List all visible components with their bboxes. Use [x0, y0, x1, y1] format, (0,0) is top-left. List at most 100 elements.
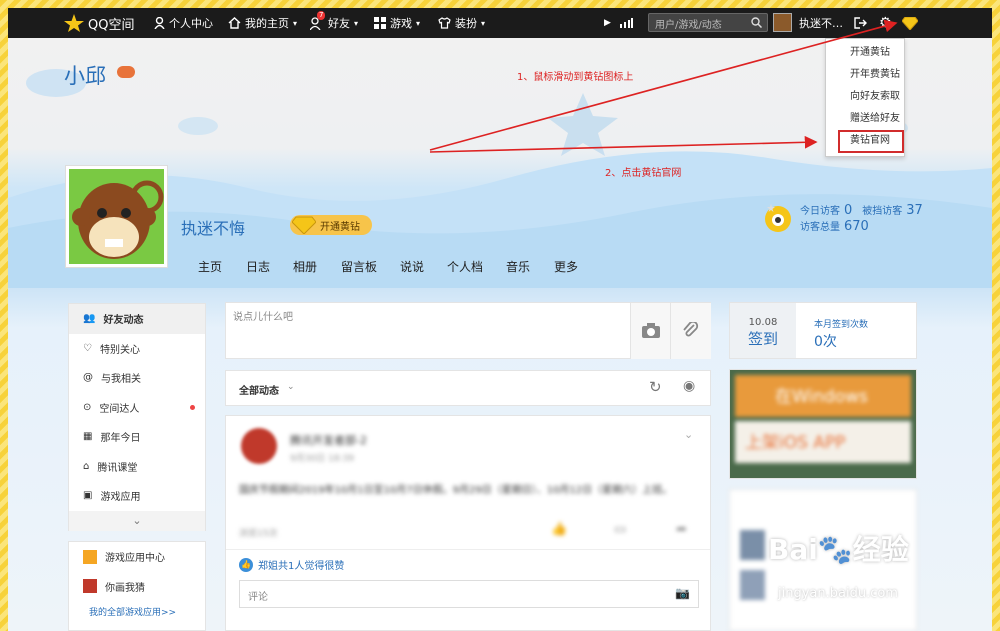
total-visits-label: 访客总量 — [800, 222, 840, 233]
sidebar-item-friend-feed[interactable]: 👥 好友动态 — [69, 304, 205, 334]
nav-personal-center[interactable]: 个人中心 — [154, 8, 213, 38]
nav-label: 好友 — [328, 17, 350, 30]
ad-banner-ios[interactable]: 上架iOS APP — [735, 421, 911, 463]
username[interactable]: 执迷不… — [799, 8, 843, 38]
tab-shuoshuo[interactable]: 说说 — [400, 258, 424, 275]
recommend-thumb[interactable] — [740, 530, 765, 560]
post-menu-chevron-icon[interactable]: ⌄ — [684, 428, 693, 441]
signal-bars-icon[interactable] — [620, 8, 633, 38]
app-label: 游戏应用中心 — [105, 553, 165, 565]
draw-guess-icon — [83, 579, 97, 594]
post-view-count: 浏览15次 — [239, 529, 278, 539]
post-author-name[interactable]: 腾讯开发者部-2 — [290, 432, 367, 448]
menu-item-gift-friend[interactable]: 赠送给好友 — [826, 108, 904, 130]
menu-item-open-yellow-diamond[interactable]: 开通黄钻 — [826, 42, 904, 64]
today-visits-count[interactable]: 0 — [844, 203, 852, 218]
post-composer[interactable]: 说点儿什么吧 — [225, 302, 711, 359]
month-signin-count: 0次 — [814, 334, 837, 350]
share-icon[interactable]: ➦ — [676, 522, 687, 537]
profile-avatar[interactable] — [65, 165, 168, 268]
tab-blog[interactable]: 日志 — [246, 258, 270, 275]
grid-icon — [374, 17, 386, 29]
open-yellow-diamond-button[interactable]: 开通黄钻 — [290, 215, 372, 235]
sidebar-expand-chevron-icon[interactable]: ⌄ — [69, 510, 205, 531]
sidebar-item-label: 好友动态 — [103, 315, 144, 327]
post-author-avatar[interactable] — [241, 428, 277, 464]
signin-widget: 10.08 签到 本月签到次数 0次 — [729, 302, 917, 359]
camera-icon[interactable]: 📷 — [675, 586, 690, 600]
app-game-center[interactable]: 游戏应用中心 — [69, 542, 205, 572]
ad-panel[interactable]: 在Windows 上架iOS APP — [729, 369, 917, 479]
sidebar-item-tencent-class[interactable]: ⌂ 腾讯课堂 — [69, 452, 205, 482]
sidebar-item-this-day[interactable]: ▦ 那年今日 — [69, 422, 205, 452]
sidebar-item-special-care[interactable]: ♡ 特别关心 — [69, 334, 205, 364]
refresh-icon[interactable]: ↻ — [649, 378, 662, 396]
nav-friends[interactable]: 7 好友 ▾ — [310, 8, 358, 38]
search-placeholder: 用户/游戏/动态 — [655, 20, 722, 31]
profile-name: 执迷不悔 — [181, 219, 246, 238]
likes-text[interactable]: 郑姐共1人觉得很赞 — [258, 557, 344, 572]
baidu-watermark-logo: Bai🐾经验 — [768, 533, 909, 566]
nav-my-homepage[interactable]: 我的主页 ▾ — [228, 8, 297, 38]
highlight-box — [838, 130, 904, 153]
camera-icon[interactable] — [630, 303, 670, 359]
nav-games[interactable]: 游戏 ▾ — [374, 8, 420, 38]
nav-label: 游戏 — [390, 17, 412, 30]
settings-circle-icon[interactable]: ◉ — [683, 378, 695, 394]
menu-item-annual-yellow-diamond[interactable]: 开年费黄钻 — [826, 64, 904, 86]
comment-input[interactable]: 评论 📷 — [239, 580, 699, 608]
feed-filter-dropdown[interactable]: 全部动态 — [239, 382, 279, 397]
watermark-url: jingyan.baidu.com — [778, 586, 898, 601]
total-visits-count[interactable]: 670 — [844, 219, 869, 234]
grid-icon: ▣ — [83, 490, 93, 502]
recommend-thumb[interactable] — [740, 570, 765, 600]
post-placeholder: 说点儿什么吧 — [233, 312, 293, 323]
tab-music[interactable]: 音乐 — [506, 258, 530, 275]
qzone-logo[interactable]: QQ空间 — [64, 8, 134, 38]
tab-profile[interactable]: 个人档 — [447, 258, 483, 275]
avatar[interactable] — [773, 13, 792, 32]
chevron-down-icon: ▾ — [293, 18, 298, 28]
tab-guestbook[interactable]: 留言板 — [341, 258, 377, 275]
tab-home[interactable]: 主页 — [198, 258, 222, 275]
app-draw-guess[interactable]: 你画我猜 — [69, 572, 205, 602]
tab-album[interactable]: 相册 — [293, 258, 317, 275]
sidebar-item-label: 游戏应用 — [100, 492, 141, 504]
logout-icon[interactable] — [854, 8, 867, 38]
level-badge-icon — [117, 66, 135, 78]
yellow-diamond-icon[interactable] — [902, 8, 918, 38]
feed-post: 腾讯开发者部-2 9月30日 18:39 ⌄ 国庆节假期间2019年10月1日至… — [225, 415, 711, 631]
more-apps-link[interactable]: 我的全部游戏应用>> — [69, 605, 205, 618]
nav-label: 个人中心 — [169, 17, 213, 30]
tab-more[interactable]: 更多 — [554, 258, 578, 275]
sidebar-item-label: 与我相关 — [101, 374, 141, 386]
comment-icon[interactable]: ▭ — [614, 522, 626, 537]
nav-decorate[interactable]: 装扮 ▾ — [438, 8, 485, 38]
gear-icon[interactable]: ⚙ — [879, 8, 892, 38]
blocked-visitors-count[interactable]: 37 — [906, 203, 923, 218]
logo-text: QQ空间 — [88, 17, 135, 33]
chevron-down-icon: ▾ — [481, 18, 486, 28]
ad-banner-windows[interactable]: 在Windows — [735, 375, 911, 417]
search-input[interactable]: 用户/游戏/动态 — [648, 13, 768, 32]
today-visits-label: 今日访客 — [800, 206, 840, 217]
like-icon[interactable]: 👍 — [551, 522, 567, 537]
menu-item-ask-friend[interactable]: 向好友索取 — [826, 86, 904, 108]
sidebar-item-related[interactable]: @ 与我相关 — [69, 363, 205, 393]
chevron-down-icon: ⌄ — [287, 382, 295, 392]
likes-row: 👍 郑姐共1人觉得很赞 — [239, 557, 344, 572]
signin-label: 签到 — [747, 330, 778, 348]
signin-button[interactable]: 10.08 签到 — [730, 303, 796, 358]
sidebar-item-space-expert[interactable]: ⊙ 空间达人 — [69, 393, 205, 423]
play-icon[interactable]: ▶ — [604, 8, 611, 38]
sidebar-item-game-apps[interactable]: ▣ 游戏应用 — [69, 481, 205, 511]
diamond-icon — [292, 216, 316, 234]
sidebar-apps: 游戏应用中心 你画我猜 我的全部游戏应用>> — [68, 541, 206, 631]
attachment-icon[interactable] — [670, 303, 711, 359]
game-center-icon — [83, 549, 97, 564]
nav-label: 我的主页 — [245, 17, 289, 30]
search-icon[interactable] — [751, 17, 762, 28]
user-icon — [154, 17, 165, 29]
qzone-page: QQ空间 个人中心 我的主页 ▾ 7 好友 ▾ 游戏 ▾ 装扮 ▾ ▶ 用户/游… — [8, 8, 992, 631]
sidebar-item-label: 空间达人 — [99, 403, 140, 415]
